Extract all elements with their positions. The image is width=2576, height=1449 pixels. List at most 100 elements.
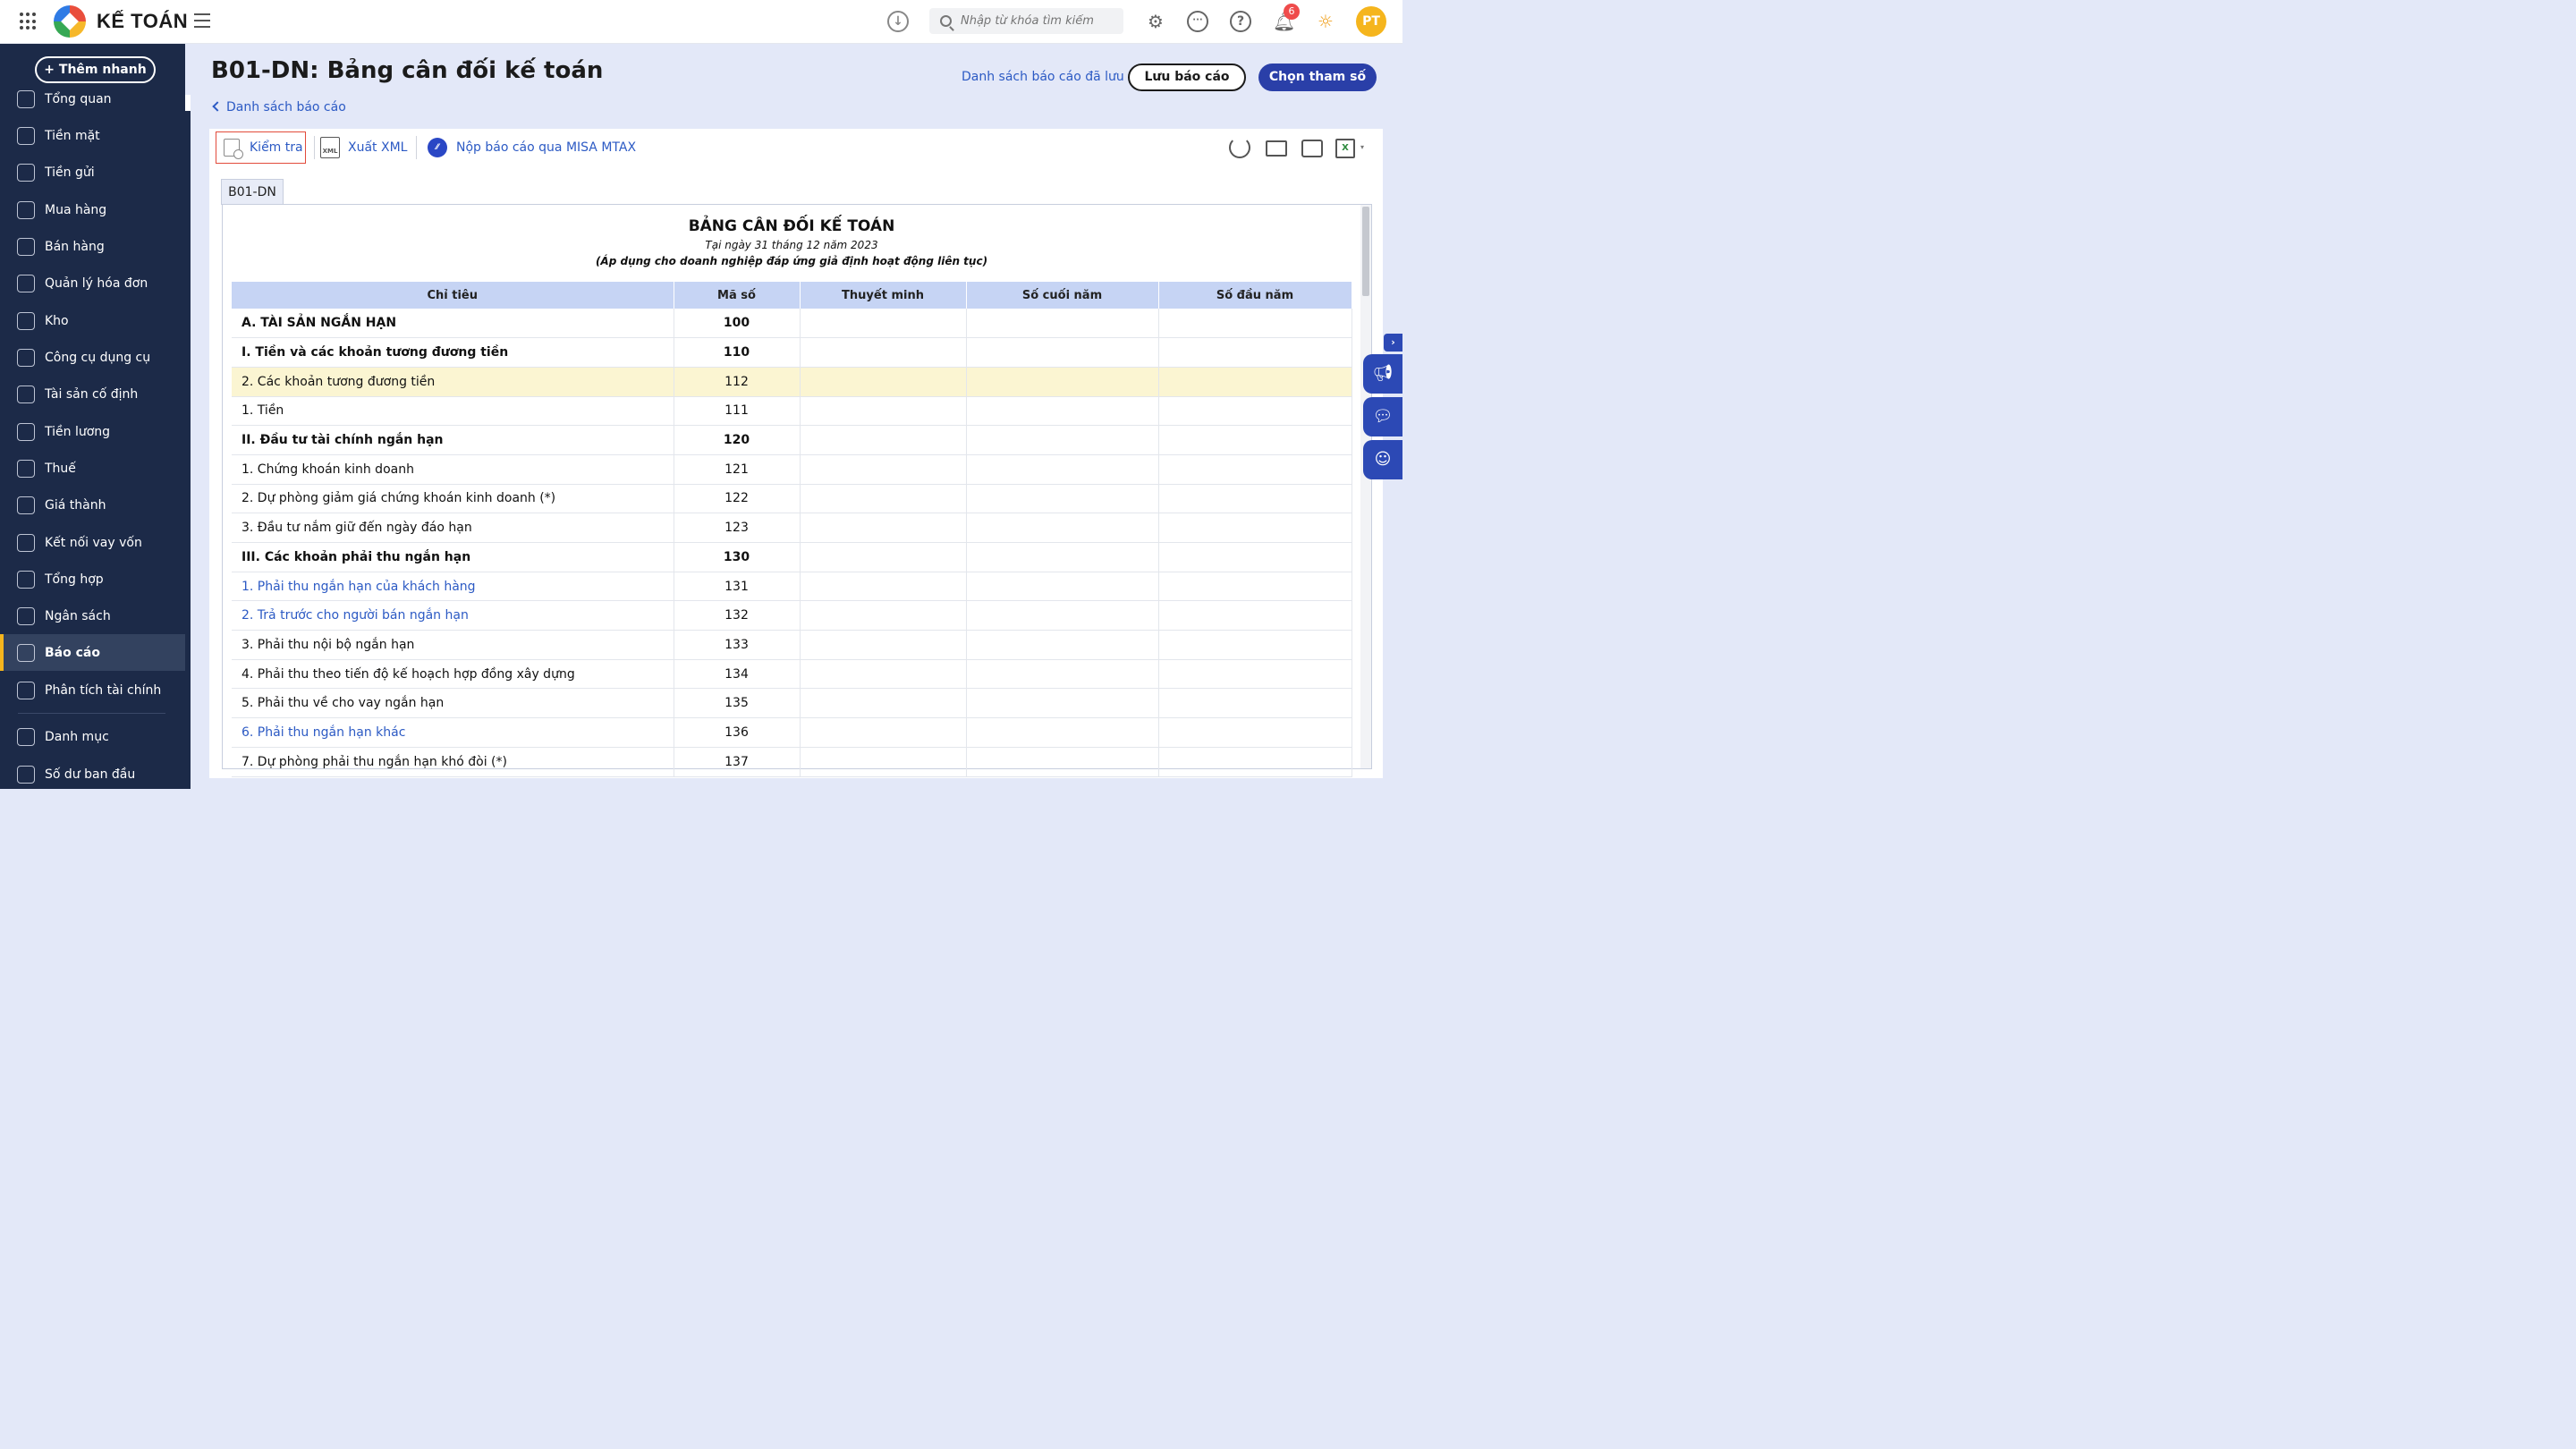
help-icon[interactable]: ? — [1230, 11, 1251, 32]
document-search-icon — [224, 139, 243, 159]
row-label[interactable]: 5. Phải thu về cho vay ngắn hạn — [232, 688, 674, 719]
promotion-icon[interactable]: ☼ — [1315, 11, 1336, 32]
sidebar-item[interactable]: Thuế — [0, 450, 185, 487]
table-row[interactable]: III. Các khoản phải thu ngắn hạn 130 — [232, 542, 1352, 572]
table-row[interactable]: 5. Phải thu về cho vay ngắn hạn 135 — [232, 688, 1352, 719]
row-begin-year-value — [1158, 688, 1352, 719]
table-row[interactable]: A. TÀI SẢN NGẮN HẠN 100 — [232, 309, 1352, 339]
row-code: 120 — [674, 425, 801, 455]
row-label[interactable]: 1. Chứng khoán kinh doanh — [232, 454, 674, 485]
export-xml-button[interactable]: XML Xuất XML — [320, 136, 407, 159]
row-code: 133 — [674, 630, 801, 660]
table-row[interactable]: 3. Đầu tư nắm giữ đến ngày đáo hạn 123 — [232, 513, 1352, 543]
row-label[interactable]: 2. Dự phòng giảm giá chứng khoán kinh do… — [232, 484, 674, 514]
excel-icon[interactable]: X — [1335, 139, 1355, 158]
table-row[interactable]: 6. Phải thu ngắn hạn khác 136 — [232, 717, 1352, 748]
sidebar-item[interactable]: Công cụ dụng cụ — [0, 339, 185, 376]
table-row[interactable]: 3. Phải thu nội bộ ngắn hạn 133 — [232, 630, 1352, 660]
tools-icon — [17, 348, 35, 367]
report-scroll-thumb[interactable] — [1362, 207, 1369, 296]
sidebar-item[interactable]: Tiền mặt — [0, 117, 185, 154]
table-row[interactable]: 1. Phải thu ngắn hạn của khách hàng 131 — [232, 572, 1352, 602]
refresh-icon[interactable] — [1229, 137, 1250, 158]
row-label[interactable]: II. Đầu tư tài chính ngắn hạn — [232, 425, 674, 455]
sidebar-item[interactable]: Phân tích tài chính — [0, 672, 185, 708]
table-row[interactable]: 2. Dự phòng giảm giá chứng khoán kinh do… — [232, 484, 1352, 514]
sidebar-item[interactable]: Tiền gửi — [0, 154, 185, 191]
row-label[interactable]: 1. Phải thu ngắn hạn của khách hàng — [232, 572, 674, 602]
sidebar-scrollbar[interactable] — [185, 95, 191, 789]
row-end-year-value — [966, 425, 1159, 455]
download-icon[interactable]: ↓ — [887, 11, 909, 32]
chart-icon — [17, 643, 35, 662]
report-tab-b01dn[interactable]: B01-DN — [221, 179, 284, 205]
choose-params-button[interactable]: Chọn tham số — [1258, 64, 1377, 91]
print-icon[interactable] — [1301, 140, 1323, 157]
sidebar-item[interactable]: Tiền lương — [0, 413, 185, 450]
table-row[interactable]: 7. Dự phòng phải thu ngắn hạn khó đòi (*… — [232, 747, 1352, 777]
row-label[interactable]: I. Tiền và các khoản tương đương tiền — [232, 337, 674, 368]
table-row[interactable]: 2. Các khoản tương đương tiền 112 — [232, 367, 1352, 397]
row-end-year-value — [966, 630, 1159, 660]
row-label[interactable]: 2. Các khoản tương đương tiền — [232, 367, 674, 397]
apps-grid-icon[interactable] — [20, 13, 38, 30]
sidebar-item[interactable]: Kho — [0, 302, 185, 339]
sidebar-item-label: Tài sản cố định — [45, 386, 139, 402]
row-label[interactable]: 6. Phải thu ngắn hạn khác — [232, 717, 674, 748]
avatar[interactable]: PT — [1356, 6, 1386, 37]
megaphone-icon[interactable]: 📢︎ — [1363, 354, 1402, 394]
row-code: 111 — [674, 396, 801, 427]
check-button[interactable]: Kiểm tra — [216, 131, 306, 164]
row-label[interactable]: 2. Trả trước cho người bán ngắn hạn — [232, 600, 674, 631]
sidebar-item[interactable]: Ngân sách — [0, 597, 185, 634]
row-note — [800, 396, 967, 427]
table-row[interactable]: 1. Tiền 111 — [232, 396, 1352, 427]
sidebar-item-label: Phân tích tài chính — [45, 682, 162, 698]
sidebar-item[interactable]: Danh mục — [0, 718, 185, 755]
sidebar-scroll-thumb[interactable] — [185, 95, 191, 111]
sidebar-item[interactable]: Tài sản cố định — [0, 376, 185, 412]
row-label[interactable]: 4. Phải thu theo tiến độ kế hoạch hợp đồ… — [232, 659, 674, 690]
row-label[interactable]: A. TÀI SẢN NGẮN HẠN — [232, 309, 674, 339]
row-label[interactable]: III. Các khoản phải thu ngắn hạn — [232, 542, 674, 572]
row-label[interactable]: 3. Phải thu nội bộ ngắn hạn — [232, 630, 674, 660]
row-label[interactable]: 1. Tiền — [232, 396, 674, 427]
sidebar-item[interactable]: Kết nối vay vốn — [0, 524, 185, 561]
sidebar-item-label: Số dư ban đầu — [45, 767, 136, 782]
page-title: B01-DN: Bảng cân đối kế toán — [211, 57, 604, 84]
sidebar-item[interactable]: Tổng quan — [0, 80, 185, 117]
row-begin-year-value — [1158, 367, 1352, 397]
save-report-button[interactable]: Lưu báo cáo — [1128, 64, 1246, 91]
search-input[interactable] — [961, 14, 1113, 28]
table-row[interactable]: 4. Phải thu theo tiến độ kế hoạch hợp đồ… — [232, 659, 1352, 690]
sidebar-item-label: Công cụ dụng cụ — [45, 350, 151, 365]
chat-icon[interactable]: ··· — [1187, 11, 1208, 32]
hamburger-menu-icon[interactable] — [194, 13, 210, 28]
saved-reports-link[interactable]: Danh sách báo cáo đã lưu — [962, 70, 1124, 84]
sidebar-item[interactable]: Số dư ban đầu — [0, 756, 185, 789]
table-row[interactable]: 2. Trả trước cho người bán ngắn hạn 132 — [232, 600, 1352, 631]
submit-mtax-button[interactable]: ⁄⁄ Nộp báo cáo qua MISA MTAX — [428, 137, 636, 158]
gear-icon[interactable]: ⚙ — [1145, 11, 1166, 32]
back-to-report-list-link[interactable]: Danh sách báo cáo — [212, 100, 346, 114]
table-row[interactable]: 1. Chứng khoán kinh doanh 121 — [232, 454, 1352, 485]
list-icon — [17, 727, 35, 746]
sidebar-item[interactable]: Báo cáo — [0, 634, 185, 671]
sidebar-item[interactable]: Tổng hợp — [0, 561, 185, 597]
support-chat-icon[interactable]: 💬︎ — [1363, 397, 1402, 436]
row-label[interactable]: 7. Dự phòng phải thu ngắn hạn khó đòi (*… — [232, 747, 674, 777]
sidebar-item[interactable]: Bán hàng — [0, 228, 185, 265]
row-label[interactable]: 3. Đầu tư nắm giữ đến ngày đáo hạn — [232, 513, 674, 543]
assistant-bot-icon[interactable]: ☺ — [1363, 440, 1402, 479]
sidebar-item[interactable]: Giá thành — [0, 487, 185, 523]
sidebar-item[interactable]: Mua hàng — [0, 191, 185, 228]
row-end-year-value — [966, 309, 1159, 339]
quick-add-button[interactable]: + Thêm nhanh — [35, 56, 156, 83]
chevron-down-icon[interactable]: ▾ — [1359, 143, 1366, 151]
search-box[interactable] — [929, 8, 1123, 34]
table-row[interactable]: II. Đầu tư tài chính ngắn hạn 120 — [232, 425, 1352, 455]
table-row[interactable]: I. Tiền và các khoản tương đương tiền 110 — [232, 337, 1352, 368]
chevron-right-icon[interactable]: › — [1384, 334, 1402, 352]
sidebar-item[interactable]: Quản lý hóa đơn — [0, 265, 185, 301]
mail-icon[interactable] — [1266, 140, 1287, 157]
